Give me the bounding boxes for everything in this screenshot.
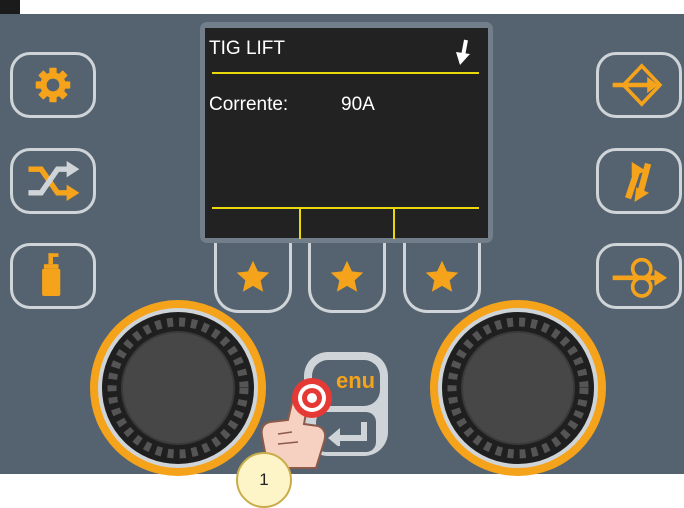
softkey-separator [299,209,301,239]
mode-title: TIG LIFT [209,38,285,59]
wire-feed-icon [612,257,668,298]
double-arrow-icon [625,161,652,202]
current-value: 90A [341,94,375,115]
shuffle-icon [28,161,80,201]
shuffle-button[interactable] [10,148,96,214]
spray-can-icon [42,253,61,296]
current-label: Corrente: [209,94,289,115]
right-knob[interactable] [428,298,608,478]
left-knob[interactable] [88,298,268,478]
header-divider [212,72,479,74]
step-badge: 1 [236,452,292,508]
top-left-corner [0,0,20,14]
lcd-display: TIG LIFT Corrente: 90A [205,28,488,239]
settings-button[interactable] [10,52,96,118]
star-icon [330,260,364,292]
gear-icon [35,67,71,103]
wire-feed-button[interactable] [596,243,682,309]
gas-test-button[interactable] [10,243,96,309]
function-key-2[interactable] [308,243,386,313]
softkey-separator [393,209,395,239]
trigger-mode-button[interactable] [596,148,682,214]
softkey-divider [212,207,479,209]
input-button[interactable] [596,52,682,118]
diamond-arrow-icon [612,63,663,107]
press-marker-icon [292,378,332,418]
arrow-down-icon [456,39,470,65]
